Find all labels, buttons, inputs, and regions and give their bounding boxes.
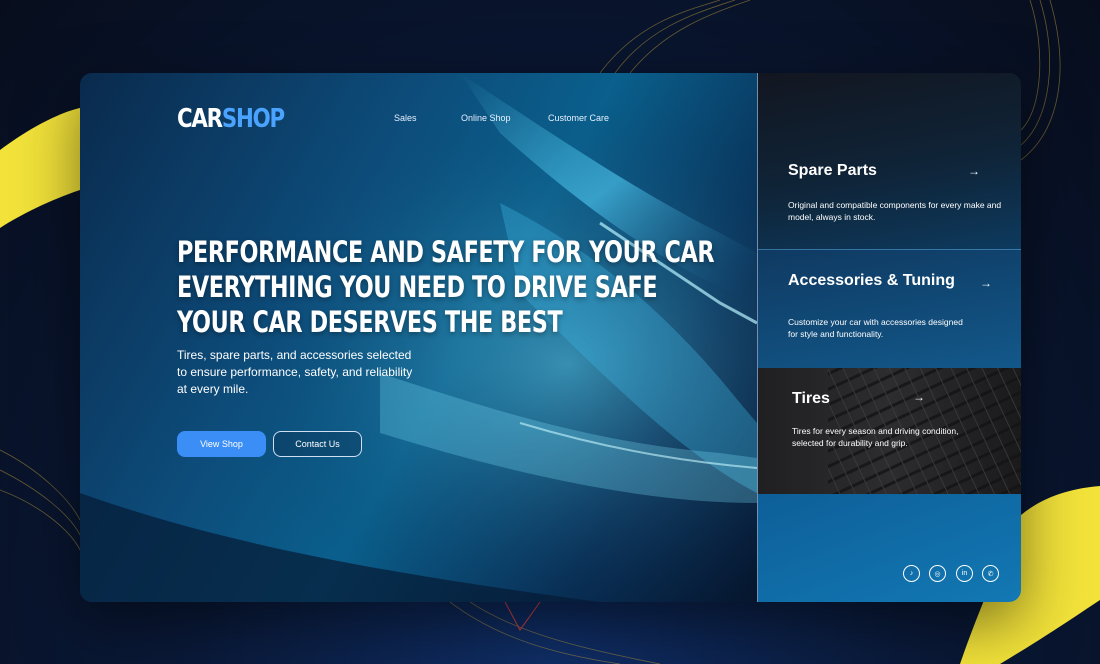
category-title: Spare Parts	[788, 162, 877, 179]
category-description: Tires for every season and driving condi…	[792, 426, 959, 448]
arrow-right-icon[interactable]: →	[913, 390, 925, 404]
main-card: CARSHOP Sales Online Shop Customer Care …	[80, 73, 1021, 602]
headline-line-2: EVERYTHING YOU NEED TO DRIVE SAFE	[177, 270, 658, 304]
hero-headline: PERFORMANCE AND SAFETY FOR YOUR CAR EVER…	[177, 235, 715, 340]
category-accessories-tuning[interactable]: Accessories & Tuning → Customize your ca…	[758, 249, 1021, 369]
hero-subtitle: Tires, spare parts, and accessories sele…	[177, 348, 413, 396]
phone-icon[interactable]: ✆	[982, 565, 999, 582]
category-description: Customize your car with accessories desi…	[788, 317, 963, 339]
arrow-right-icon[interactable]: →	[968, 164, 980, 178]
linkedin-icon[interactable]: in	[956, 565, 973, 582]
nav-online-shop[interactable]: Online Shop	[461, 113, 511, 123]
tiktok-icon[interactable]: ♪	[903, 565, 920, 582]
hero-section: CARSHOP Sales Online Shop Customer Care …	[80, 73, 757, 602]
category-title: Tires	[792, 390, 830, 407]
headline-line-1: PERFORMANCE AND SAFETY FOR YOUR CAR	[177, 235, 715, 269]
social-panel	[758, 494, 1021, 602]
category-description: Original and compatible components for e…	[788, 200, 1002, 222]
nav-sales[interactable]: Sales	[394, 113, 417, 123]
nav-customer-care[interactable]: Customer Care	[548, 113, 609, 123]
logo-part-shop: SHOP	[221, 104, 285, 134]
category-tires[interactable]: Tires → Tires for every season and drivi…	[758, 368, 1021, 494]
category-title: Accessories & Tuning	[788, 272, 955, 289]
logo-part-car: CAR	[177, 104, 223, 134]
contact-us-button[interactable]: Contact Us	[273, 431, 362, 457]
logo[interactable]: CARSHOP	[177, 104, 285, 134]
category-spare-parts[interactable]: Spare Parts → Original and compatible co…	[758, 73, 1021, 249]
instagram-icon[interactable]: ◎	[929, 565, 946, 582]
arrow-right-icon[interactable]: →	[980, 276, 992, 290]
categories-sidebar: Spare Parts → Original and compatible co…	[758, 73, 1021, 602]
headline-line-3: YOUR CAR DESERVES THE BEST	[177, 305, 563, 339]
view-shop-button[interactable]: View Shop	[177, 431, 266, 457]
